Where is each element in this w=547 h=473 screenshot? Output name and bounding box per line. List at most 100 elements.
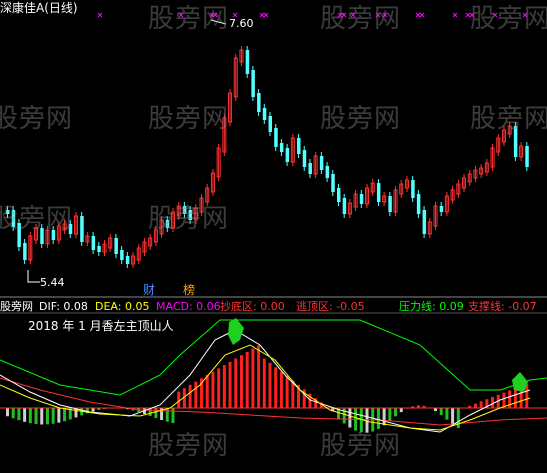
macd-bar xyxy=(262,358,266,408)
candle-body xyxy=(279,143,284,152)
macd-bar xyxy=(456,408,460,429)
candle-body xyxy=(422,210,427,234)
zhicheng-value: 支撑线: -0.07 xyxy=(468,300,537,313)
watermark: 股旁网 xyxy=(148,431,230,461)
candle-body xyxy=(308,163,312,174)
candle-body xyxy=(80,216,84,242)
candle-body xyxy=(416,194,421,214)
macd-bar xyxy=(188,384,192,408)
macd-bar xyxy=(491,397,495,408)
watermark: 股旁网 xyxy=(470,4,547,34)
low-price-label: 5.44 xyxy=(40,276,65,289)
candle-body xyxy=(251,70,255,97)
candle-body xyxy=(268,116,272,132)
macd-bar xyxy=(274,367,278,408)
candle-body xyxy=(23,243,27,260)
candle-body xyxy=(91,236,96,250)
candle-body xyxy=(257,93,261,112)
macd-bar xyxy=(513,388,517,408)
macd-bar xyxy=(473,403,477,408)
macd-bar xyxy=(217,368,221,408)
chart-canvas[interactable] xyxy=(0,0,547,473)
candle-body xyxy=(285,148,290,162)
macd-bar xyxy=(445,408,449,420)
macd-bar xyxy=(394,408,398,417)
macd-bar xyxy=(222,365,226,408)
watermark: 股旁网 xyxy=(148,204,230,234)
macd-bar xyxy=(399,408,403,413)
taoding-value: 逃顶区: -0.05 xyxy=(296,300,365,313)
candle-body xyxy=(97,246,101,252)
candle-body xyxy=(120,250,124,260)
candle-body xyxy=(297,138,301,154)
signal-highlight xyxy=(228,318,244,345)
indicator-annotation: 2018 年 1 月香左主顶山人 xyxy=(28,319,174,333)
watermark: 股旁网 xyxy=(320,104,402,134)
watermark: 股旁网 xyxy=(148,104,230,134)
chart-window[interactable]: 股旁网 股旁网 股旁网 股旁网 股旁网 股旁网 股旁网 股旁网 股旁网 股旁网 … xyxy=(0,0,547,473)
macd-bar xyxy=(17,408,21,421)
macd-bar xyxy=(57,408,61,423)
candle-body xyxy=(388,196,392,212)
candle-body xyxy=(439,206,444,212)
macd-bar xyxy=(40,408,44,425)
marker-cross xyxy=(452,12,458,18)
candle-body xyxy=(376,183,381,202)
candle-body xyxy=(411,180,415,198)
indicator-name: 股旁网 xyxy=(0,300,33,313)
macd-bar xyxy=(171,408,175,424)
macd-bar xyxy=(279,371,283,408)
macd-bar xyxy=(23,408,27,422)
high-price-label: 7.60 xyxy=(229,17,254,30)
macd-bar xyxy=(91,408,95,412)
watermark: 股旁网 xyxy=(320,431,402,461)
macd-bar xyxy=(28,408,32,424)
candle-body xyxy=(114,238,118,254)
marker-cross xyxy=(259,12,265,18)
low-pointer xyxy=(27,270,40,283)
macd-bar xyxy=(205,375,209,408)
macd-bar xyxy=(388,408,392,421)
candle-body xyxy=(319,156,324,170)
chaodi-value: 抄底区: 0.00 xyxy=(220,300,285,313)
macd-bar xyxy=(45,408,49,425)
macd-bar xyxy=(34,408,38,425)
candle-body xyxy=(302,150,307,167)
candle-body xyxy=(525,146,529,167)
macd-bar xyxy=(228,361,232,408)
macd-bar xyxy=(234,358,238,408)
marker-cross xyxy=(263,12,269,18)
macd-bar xyxy=(245,351,249,408)
macd-bar xyxy=(439,408,443,416)
candle-body xyxy=(325,166,330,178)
candle-body xyxy=(274,128,278,147)
finance-badge[interactable]: 财 xyxy=(143,284,155,296)
macd-bar xyxy=(257,345,261,408)
watermark: 股旁网 xyxy=(148,4,230,34)
macd-bar xyxy=(177,391,181,408)
chart-title: 深康佳A(日线) xyxy=(0,1,78,15)
list-badge[interactable]: 榜 xyxy=(183,284,195,296)
macd-bar xyxy=(51,408,55,424)
macd-bar xyxy=(6,408,9,417)
watermark: 股旁网 xyxy=(320,4,402,34)
marker-cross xyxy=(419,12,425,18)
candle-body xyxy=(245,50,250,74)
watermark: 股旁网 xyxy=(470,104,547,134)
macd-bar xyxy=(239,355,243,408)
macd-bar xyxy=(502,392,506,408)
macd-bar xyxy=(285,376,289,408)
macd-bar xyxy=(251,348,255,408)
marker-cross xyxy=(97,12,103,18)
candle-body xyxy=(262,108,267,120)
dif-value: DIF: 0.08 xyxy=(39,300,88,313)
macd-bar xyxy=(11,408,15,419)
yali-value: 压力线: 0.09 xyxy=(399,300,464,313)
candle-body xyxy=(331,174,335,192)
macd-bar xyxy=(194,381,198,408)
dea-value: DEA: 0.05 xyxy=(95,300,150,313)
macd-bar xyxy=(268,362,272,408)
watermark: 股旁网 xyxy=(0,104,74,134)
macd-bar xyxy=(382,408,386,426)
macd-bar xyxy=(291,380,295,408)
